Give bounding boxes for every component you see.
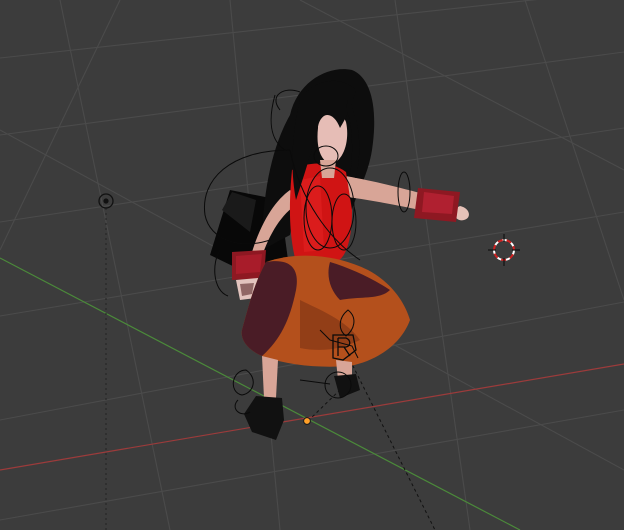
- 3d-cursor-icon[interactable]: [488, 234, 520, 266]
- character-model[interactable]: [210, 69, 469, 440]
- 3d-viewport[interactable]: [0, 0, 624, 530]
- relationship-lines: [307, 359, 436, 530]
- x-axis-line: [0, 363, 624, 471]
- object-origin-icon[interactable]: [303, 417, 311, 425]
- viewport-canvas[interactable]: [0, 0, 624, 530]
